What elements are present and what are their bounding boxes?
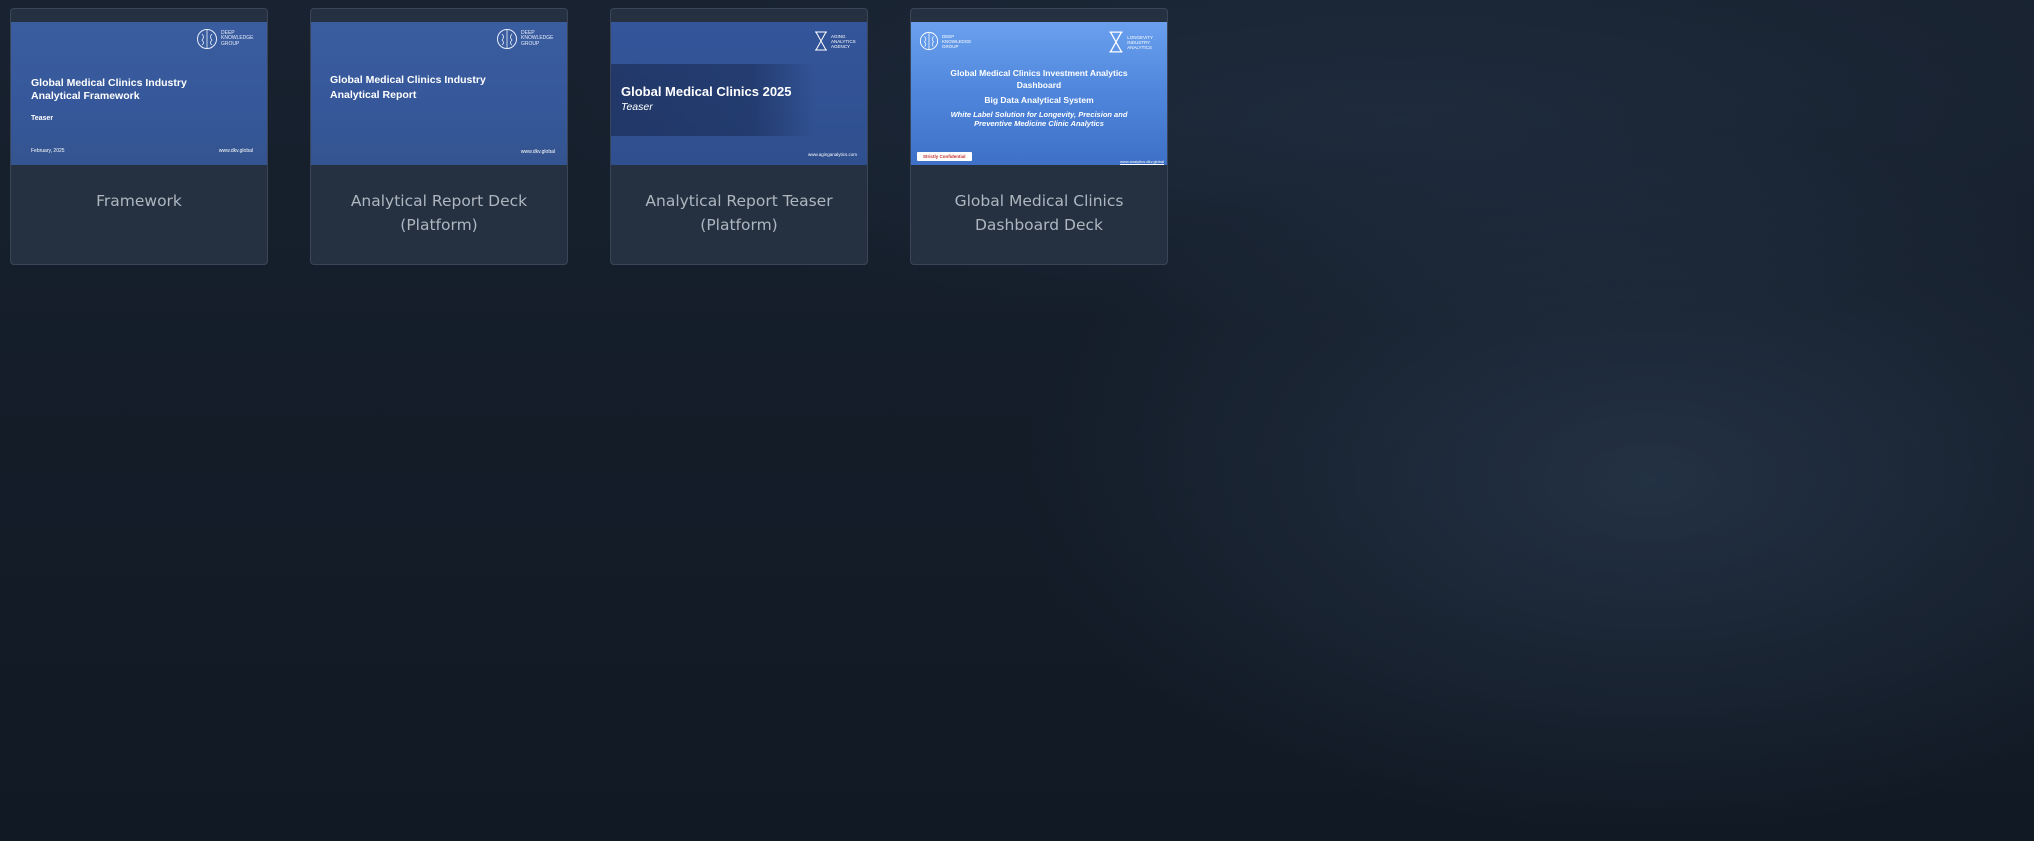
slide-thumbnail: DEEP KNOWLEDGE GROUP Global Medical Clin… bbox=[11, 22, 267, 165]
brain-logo-icon bbox=[919, 31, 939, 51]
logo-text: DEEP KNOWLEDGE GROUP bbox=[942, 33, 972, 49]
brain-logo-icon bbox=[497, 29, 517, 49]
slide-thumbnail: DEEP KNOWLEDGE GROUP Global Medical Clin… bbox=[311, 22, 567, 165]
card-caption[interactable]: Global Medical Clinics Dashboard Deck bbox=[911, 189, 1167, 237]
slide-title: Global Medical Clinics Investment Analyt… bbox=[950, 68, 1128, 90]
slide-subtitle: Teaser bbox=[621, 101, 653, 113]
slide-url: www.aginganalytics.com bbox=[807, 152, 857, 157]
slide-thumbnail: DEEP KNOWLEDGE GROUP LONGEVITY INDUSTRY … bbox=[911, 22, 1167, 165]
brand-logo-left: DEEP KNOWLEDGE GROUP bbox=[919, 31, 971, 51]
slide-subtitle: Big Data Analytical System bbox=[984, 95, 1094, 105]
brain-logo-icon bbox=[197, 29, 217, 49]
card-caption[interactable]: Analytical Report Teaser (Platform) bbox=[611, 189, 867, 237]
title-band bbox=[611, 64, 867, 136]
slide-title: Global Medical Clinics 2025 bbox=[621, 84, 792, 99]
card-analytical-report-deck[interactable]: DEEP KNOWLEDGE GROUP Global Medical Clin… bbox=[310, 8, 568, 265]
logo-text: DEEP KNOWLEDGE GROUP bbox=[521, 29, 554, 47]
logo-text: DEEP KNOWLEDGE GROUP bbox=[221, 29, 254, 47]
slide-title: Global Medical Clinics Industry Analytic… bbox=[330, 74, 486, 101]
brand-logo-right: LONGEVITY INDUSTRY ANALYTICS bbox=[1108, 31, 1153, 53]
hourglass-logo-icon bbox=[1109, 31, 1123, 53]
slide-title: Global Medical Clinics Industry Analytic… bbox=[31, 77, 187, 102]
card-analytical-report-teaser[interactable]: AGING ANALYTICS AGENCY Global Medical Cl… bbox=[610, 8, 868, 265]
card-framework[interactable]: DEEP KNOWLEDGE GROUP Global Medical Clin… bbox=[10, 8, 268, 265]
slide-url: www.dkv.global bbox=[218, 148, 253, 154]
confidential-badge: Strictly Confidential bbox=[917, 152, 972, 161]
card-caption[interactable]: Analytical Report Deck (Platform) bbox=[311, 189, 567, 237]
slide-tagline: White Label Solution for Longevity, Prec… bbox=[950, 110, 1128, 128]
brand-logo: DEEP KNOWLEDGE GROUP bbox=[496, 28, 555, 50]
report-cards-grid: DEEP KNOWLEDGE GROUP Global Medical Clin… bbox=[10, 8, 1168, 265]
logo-text: LONGEVITY INDUSTRY ANALYTICS bbox=[1127, 34, 1153, 50]
brand-logo: AGING ANALYTICS AGENCY bbox=[814, 31, 857, 51]
slide-date: February, 2025 bbox=[31, 148, 65, 154]
card-caption[interactable]: Framework bbox=[11, 189, 267, 213]
brand-logo: DEEP KNOWLEDGE GROUP bbox=[196, 28, 255, 50]
slide-url: www.dkv.global bbox=[520, 149, 555, 155]
hourglass-logo-icon bbox=[815, 31, 827, 51]
card-dashboard-deck[interactable]: DEEP KNOWLEDGE GROUP LONGEVITY INDUSTRY … bbox=[910, 8, 1168, 265]
slide-thumbnail: AGING ANALYTICS AGENCY Global Medical Cl… bbox=[611, 22, 867, 165]
slide-subtitle: Teaser bbox=[31, 115, 54, 122]
logo-text: AGING ANALYTICS AGENCY bbox=[831, 33, 856, 49]
slide-url: www.analytics.dkv.global bbox=[1120, 159, 1164, 164]
